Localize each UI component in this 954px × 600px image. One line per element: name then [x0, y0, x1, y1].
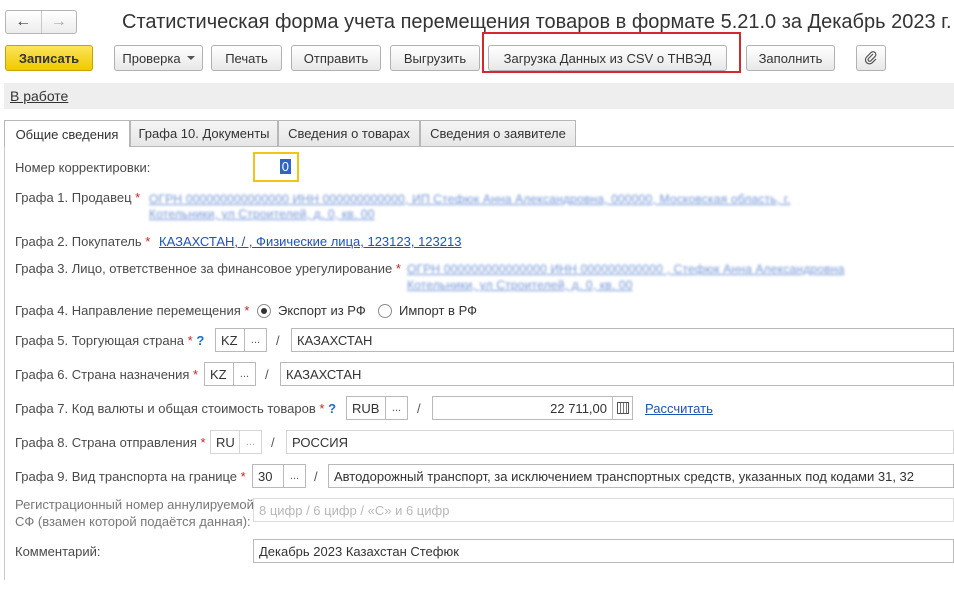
arrow-left-icon[interactable]: ← — [6, 11, 41, 33]
tab-applicant[interactable]: Сведения о заявителе — [420, 120, 576, 146]
seller-link-line1[interactable]: ОГРН 000000000000000 ИНН 000000000000, И… — [149, 192, 790, 206]
transport-code-input[interactable]: 30 — [252, 464, 284, 488]
status-bar — [4, 83, 954, 109]
required-mark: * — [244, 303, 250, 318]
trade-country-name-input[interactable]: КАЗАХСТАН — [291, 328, 954, 352]
buyer-label: Графа 2. Покупатель * — [15, 234, 150, 249]
comment-input[interactable]: Декабрь 2023 Казахстан Стефюк — [253, 539, 954, 563]
separator-slash: / — [417, 401, 421, 416]
status-link[interactable]: В работе — [10, 88, 68, 104]
fill-button[interactable]: Заполнить — [746, 45, 835, 71]
required-mark: * — [200, 435, 206, 450]
origin-country-name-input[interactable]: РОССИЯ — [286, 430, 954, 454]
attach-button[interactable] — [856, 45, 886, 71]
separator-slash: / — [265, 367, 269, 382]
help-icon[interactable]: ? — [328, 401, 336, 416]
responsible-label: Графа 3. Лицо, ответственное за финансов… — [15, 261, 401, 276]
arrow-right-icon[interactable]: → — [40, 11, 77, 33]
origin-country-code-input[interactable]: RU — [210, 430, 240, 454]
dest-country-name-input[interactable]: КАЗАХСТАН — [280, 362, 954, 386]
separator-slash: / — [314, 469, 318, 484]
currency-select-button[interactable]: ... — [386, 396, 408, 420]
tab-documents[interactable]: Графа 10. Документы — [130, 120, 278, 146]
required-mark: * — [193, 367, 199, 382]
tab-goods[interactable]: Сведения о товарах — [278, 120, 420, 146]
tab-general[interactable]: Общие сведения — [4, 120, 130, 147]
origin-country-label: Графа 8. Страна отправления * — [15, 435, 206, 450]
direction-label-text: Графа 4. Направление перемещения — [15, 303, 241, 318]
help-icon[interactable]: ? — [196, 333, 204, 348]
print-button[interactable]: Печать — [211, 45, 282, 71]
reg-number-label-line2: СФ (взамен которой подаётся данная): — [15, 514, 251, 529]
transport-label: Графа 9. Вид транспорта на границе * — [15, 469, 246, 484]
seller-label-text: Графа 1. Продавец — [15, 190, 132, 205]
dest-country-label-text: Графа 6. Страна назначения — [15, 367, 190, 382]
reg-number-input[interactable]: 8 цифр / 6 цифр / «С» и 6 цифр — [253, 498, 954, 522]
required-mark: * — [395, 261, 401, 276]
required-mark: * — [135, 190, 141, 205]
highlight-frame — [482, 32, 741, 73]
transport-name-input[interactable]: Автодорожный транспорт, за исключением т… — [328, 464, 954, 488]
transport-label-text: Графа 9. Вид транспорта на границе — [15, 469, 238, 484]
responsible-label-text: Графа 3. Лицо, ответственное за финансов… — [15, 261, 393, 276]
trade-country-label: Графа 5. Торгующая страна * ? — [15, 333, 204, 348]
seller-link-line2[interactable]: Котельники, ул Строителей, д. 0, кв. 00 — [149, 207, 375, 221]
trade-country-select-button[interactable]: ... — [245, 328, 267, 352]
correction-value: 0 — [279, 159, 291, 174]
seller-label: Графа 1. Продавец * — [15, 190, 140, 205]
required-mark: * — [319, 401, 325, 416]
export-radio-label[interactable]: Экспорт из РФ — [278, 303, 366, 318]
trade-country-code-input[interactable]: KZ — [215, 328, 245, 352]
dest-country-code-input[interactable]: KZ — [204, 362, 234, 386]
direction-label: Графа 4. Направление перемещения * — [15, 303, 249, 318]
dest-country-label: Графа 6. Страна назначения * — [15, 367, 198, 382]
dest-country-select-button[interactable]: ... — [234, 362, 256, 386]
separator-slash: / — [276, 333, 280, 348]
comment-label: Комментарий: — [15, 544, 101, 559]
navigation-buttons: ← → — [5, 10, 77, 34]
correction-label: Номер корректировки: — [15, 160, 151, 175]
page-title: Статистическая форма учета перемещения т… — [122, 11, 952, 33]
calculator-button[interactable] — [613, 396, 633, 420]
currency-label: Графа 7. Код валюты и общая стоимость то… — [15, 401, 336, 416]
correction-number-input[interactable]: 0 — [253, 152, 299, 182]
currency-code-input[interactable]: RUB — [346, 396, 386, 420]
transport-select-button[interactable]: ... — [284, 464, 306, 488]
origin-country-label-text: Графа 8. Страна отправления — [15, 435, 197, 450]
responsible-link-line1[interactable]: ОГРН 000000000000000 ИНН 000000000000 , … — [407, 262, 844, 276]
buyer-label-text: Графа 2. Покупатель — [15, 234, 142, 249]
currency-amount-input[interactable]: 22 711,00 — [432, 396, 613, 420]
separator-slash: / — [271, 435, 275, 450]
import-radio-label[interactable]: Импорт в РФ — [399, 303, 477, 318]
save-button[interactable]: Записать — [5, 45, 93, 71]
required-mark: * — [240, 469, 246, 484]
trade-country-label-text: Графа 5. Торгующая страна — [15, 333, 185, 348]
paperclip-icon — [864, 51, 877, 65]
send-button[interactable]: Отправить — [291, 45, 381, 71]
origin-country-select-button[interactable]: ... — [240, 430, 262, 454]
export-radio[interactable] — [257, 304, 271, 318]
tab-divider — [4, 146, 954, 147]
reg-number-label-line1: Регистрационный номер аннулируемой — [15, 497, 254, 512]
calculator-icon — [616, 402, 629, 414]
required-mark: * — [187, 333, 193, 348]
export-button[interactable]: Выгрузить — [390, 45, 480, 71]
check-button-label: Проверка — [122, 50, 181, 66]
import-radio[interactable] — [378, 304, 392, 318]
buyer-link[interactable]: КАЗАХСТАН, / , Физические лица, 123123, … — [159, 234, 461, 249]
chevron-down-icon — [186, 56, 195, 60]
currency-label-text: Графа 7. Код валюты и общая стоимость то… — [15, 401, 316, 416]
responsible-link-line2[interactable]: Котельники, ул Строителей, д. 0, кв. 00 — [407, 278, 633, 292]
check-dropdown-button[interactable]: Проверка — [114, 45, 203, 71]
calculate-link[interactable]: Рассчитать — [645, 401, 713, 416]
required-mark: * — [145, 234, 151, 249]
form-border — [4, 146, 5, 580]
